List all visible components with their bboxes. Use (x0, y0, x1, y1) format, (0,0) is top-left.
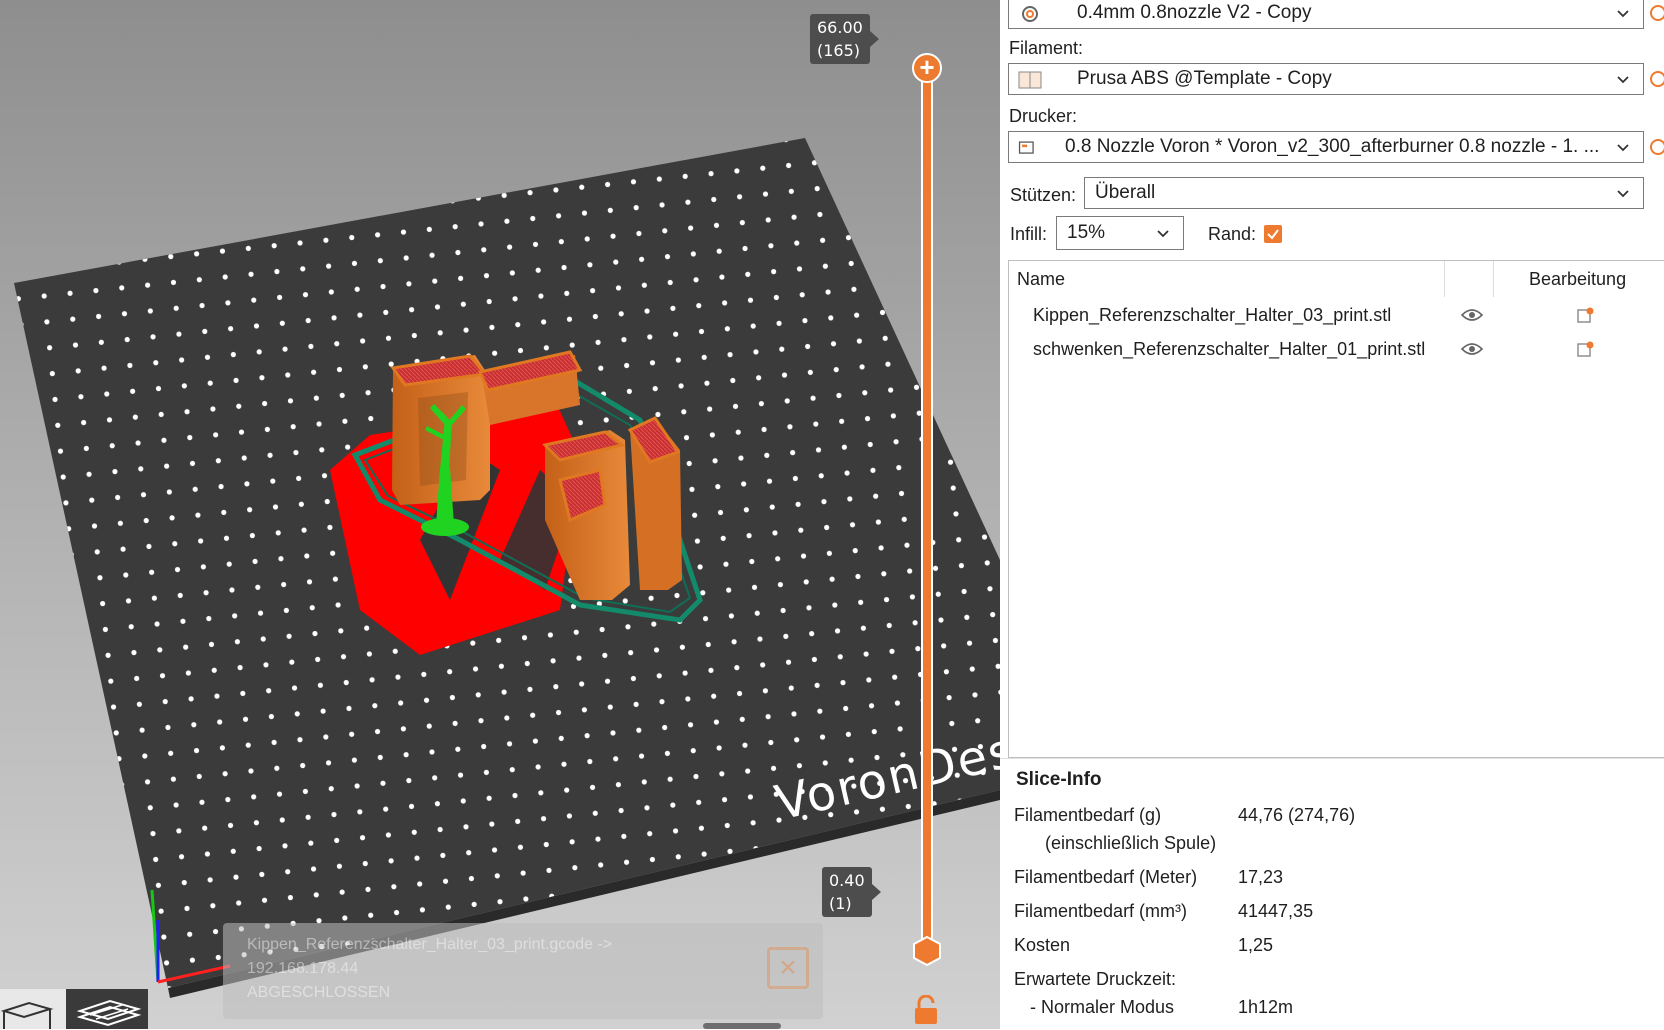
filament-length-label: Filamentbedarf (Meter) (1014, 867, 1198, 887)
gear-icon[interactable] (1648, 69, 1664, 89)
normal-mode-label: - Normaler Modus (1030, 997, 1175, 1017)
layer-top-height: 66.00 (817, 18, 863, 37)
chevron-down-icon (1617, 190, 1629, 198)
cost-label: Kosten (1014, 935, 1071, 955)
gear-icon (1022, 6, 1038, 22)
3d-view-button[interactable] (0, 989, 66, 1029)
printer-icon (1018, 141, 1034, 154)
printer-value: 0.8 Nozzle Voron * Voron_v2_300_afterbur… (1065, 136, 1600, 157)
filament-weight-note: (einschließlich Spule) (1045, 833, 1217, 853)
layer-slider-track[interactable] (923, 75, 931, 955)
object-list: Name Bearbeitung Kippen_Referenzschalter… (1008, 260, 1664, 758)
printer-label: Drucker: (1009, 106, 1078, 126)
filament-color-icon (1018, 71, 1042, 89)
edit-settings-icon[interactable] (1577, 306, 1595, 324)
slice-info-panel: Slice-Info Filamentbedarf (g) 44,76 (274… (1000, 758, 1664, 1030)
chevron-down-icon (1617, 76, 1629, 84)
infill-select[interactable]: 15% (1056, 216, 1184, 250)
upload-notification: Kippen_Referenzschalter_Halter_03_print.… (223, 923, 823, 1019)
filament-weight-label: Filamentbedarf (g) (1014, 805, 1162, 825)
gear-icon[interactable] (1648, 3, 1664, 23)
eye-icon[interactable] (1461, 341, 1483, 357)
layer-bottom-index: (1) (829, 894, 852, 913)
chevron-down-icon (1617, 10, 1629, 18)
lock-icon[interactable] (912, 995, 940, 1025)
notification-status: ABGESCHLOSSEN (247, 984, 391, 1001)
layer-slider-bottom-thumb[interactable] (911, 935, 943, 967)
close-icon[interactable]: × (767, 947, 809, 989)
infill-label: Infill: (1010, 224, 1048, 244)
notification-line-1: Kippen_Referenzschalter_Halter_03_print.… (247, 936, 613, 953)
layer-top-label: 66.00 (165) (810, 14, 879, 64)
print-time-label: Erwartete Druckzeit: (1014, 969, 1177, 989)
print-profile-select[interactable]: 0.4mm 0.8nozzle V2 - Copy (1008, 0, 1644, 29)
chevron-down-icon (1157, 230, 1169, 238)
notification-line-2: 192.168.178.44 (247, 960, 359, 977)
preview-button[interactable] (66, 989, 148, 1029)
layer-bottom-height: 0.40 (829, 871, 865, 890)
checkmark-icon (1267, 229, 1279, 240)
infill-value: 15% (1067, 222, 1106, 243)
filament-length-value: 17,23 (1238, 867, 1284, 887)
eye-icon[interactable] (1461, 307, 1483, 323)
supports-select[interactable]: Überall (1084, 177, 1644, 209)
horizontal-scrollbar[interactable] (703, 1023, 781, 1029)
cube-icon (0, 1001, 54, 1029)
normal-mode-value: 1h12m (1238, 997, 1294, 1017)
object-name: schwenken_Referenzschalter_Halter_01_pri… (1033, 339, 1426, 359)
layer-top-index: (165) (817, 41, 861, 60)
slice-info-title: Slice-Info (1016, 769, 1102, 790)
supports-value: Überall (1095, 182, 1156, 203)
edit-settings-icon[interactable] (1577, 340, 1595, 358)
object-list-header: Name Bearbeitung (1009, 261, 1664, 297)
filament-value: Prusa ABS @Template - Copy (1077, 68, 1332, 89)
layers-icon (76, 999, 142, 1027)
brim-checkbox[interactable] (1264, 225, 1282, 243)
gear-icon[interactable] (1648, 137, 1664, 157)
3d-preview-viewport[interactable]: VoronDesi + 66.00 (165) 0.40 (1) Kippen_… (0, 0, 1000, 1029)
column-header-edit[interactable]: Bearbeitung (1529, 261, 1626, 297)
printer-select[interactable]: 0.8 Nozzle Voron * Voron_v2_300_afterbur… (1008, 131, 1644, 163)
filament-label: Filament: (1009, 38, 1084, 58)
filament-volume-label: Filamentbedarf (mm³) (1014, 901, 1188, 921)
list-item[interactable]: schwenken_Referenzschalter_Halter_01_pri… (1009, 332, 1664, 366)
layer-bottom-label: 0.40 (1) (822, 867, 881, 917)
chevron-down-icon (1617, 144, 1629, 152)
column-header-name[interactable]: Name (1017, 261, 1065, 297)
filament-volume-value: 41447,35 (1238, 901, 1314, 921)
print-profile-value: 0.4mm 0.8nozzle V2 - Copy (1077, 2, 1312, 23)
brim-label: Rand: (1208, 224, 1257, 244)
filament-weight-value: 44,76 (274,76) (1238, 805, 1356, 825)
layer-slider-top-thumb[interactable]: + (912, 53, 942, 83)
cost-value: 1,25 (1238, 935, 1274, 955)
supports-label: Stützen: (1010, 185, 1077, 205)
list-item[interactable]: Kippen_Referenzschalter_Halter_03_print.… (1009, 298, 1664, 332)
object-name: Kippen_Referenzschalter_Halter_03_print.… (1033, 305, 1392, 325)
filament-select[interactable]: Prusa ABS @Template - Copy (1008, 63, 1644, 95)
